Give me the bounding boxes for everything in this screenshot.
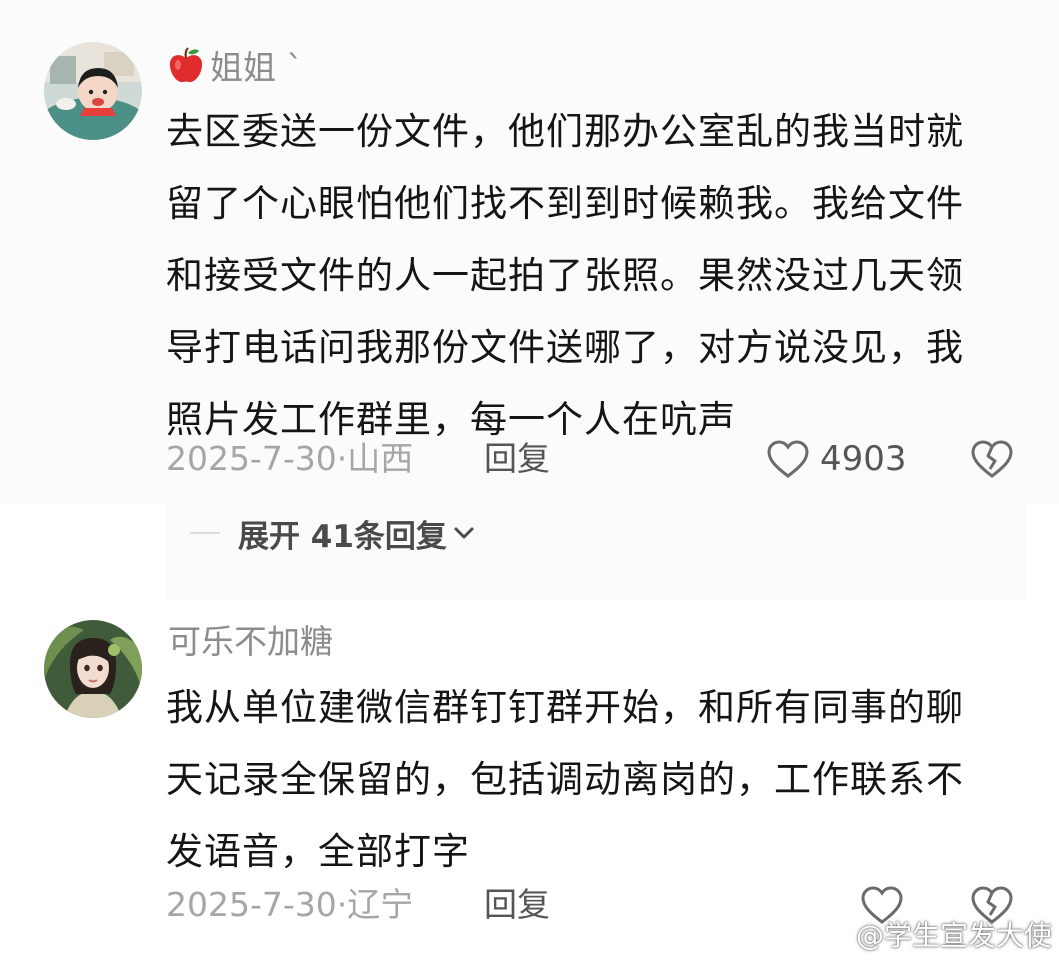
comment-meta: 2025-7-30·山西 回复 4903 — [166, 436, 1026, 482]
username-text: 姐姐 ` — [210, 48, 303, 87]
content-line: 留了个心眼怕他们找不到到时候赖我。我给文件 — [166, 182, 964, 225]
like-count: 4903 — [820, 439, 907, 479]
location-separator: · — [336, 885, 348, 924]
expand-replies-label: 展开 41条回复 — [238, 518, 447, 555]
comment-date: 2025-7-30 — [166, 885, 337, 924]
dislike-button[interactable] — [970, 436, 1014, 482]
watermark: @学生宣发大使 — [810, 912, 1052, 956]
reply-button[interactable]: 回复 — [484, 882, 550, 928]
comment-content: 我从单位建微信群钉钉群开始，和所有同事的聊 天记录全保留的，包括调动离岗的，工作… — [166, 672, 1026, 888]
heart-icon — [767, 440, 809, 478]
location-separator: · — [336, 439, 348, 478]
expand-replies-button[interactable]: 展开 41条回复 — [190, 508, 475, 558]
weibo-logo-icon — [810, 915, 850, 954]
username-text: 可乐不加糖 — [168, 622, 333, 661]
content-line: 天记录全保留的，包括调动离岗的，工作联系不 — [166, 758, 964, 801]
avatar[interactable] — [44, 620, 142, 718]
content-line: 去区委送一份文件，他们那办公室乱的我当时就 — [166, 110, 964, 153]
avatar[interactable] — [44, 42, 142, 140]
comment-date: 2025-7-30 — [166, 439, 337, 478]
reply-button[interactable]: 回复 — [484, 436, 550, 482]
comment-date-location: 2025-7-30·辽宁 — [166, 882, 413, 928]
broken-heart-icon — [971, 440, 1013, 478]
comment-date-location: 2025-7-30·山西 — [166, 436, 413, 482]
like-button[interactable]: 4903 — [766, 436, 907, 482]
divider — [190, 532, 220, 534]
content-line: 我从单位建微信群钉钉群开始，和所有同事的聊 — [166, 686, 964, 729]
avatar-image-icon — [44, 620, 142, 718]
comment-username[interactable]: 可乐不加糖 — [168, 622, 333, 662]
apple-icon — [168, 46, 204, 93]
watermark-text: @学生宣发大使 — [856, 919, 1053, 952]
content-line: 导打电话问我那份文件送哪了，对方说没见，我 — [166, 326, 964, 369]
comment-location: 辽宁 — [347, 885, 414, 924]
avatar-image-icon — [44, 42, 142, 140]
chevron-down-icon — [453, 525, 475, 541]
content-line: 发语音，全部打字 — [166, 830, 470, 873]
comment-location: 山西 — [347, 439, 414, 478]
comment-page: 姐姐 ` 去区委送一份文件，他们那办公室乱的我当时就 留了个心眼怕他们找不到到时… — [0, 0, 1059, 960]
content-line: 和接受文件的人一起拍了张照。果然没过几天领 — [166, 254, 964, 297]
